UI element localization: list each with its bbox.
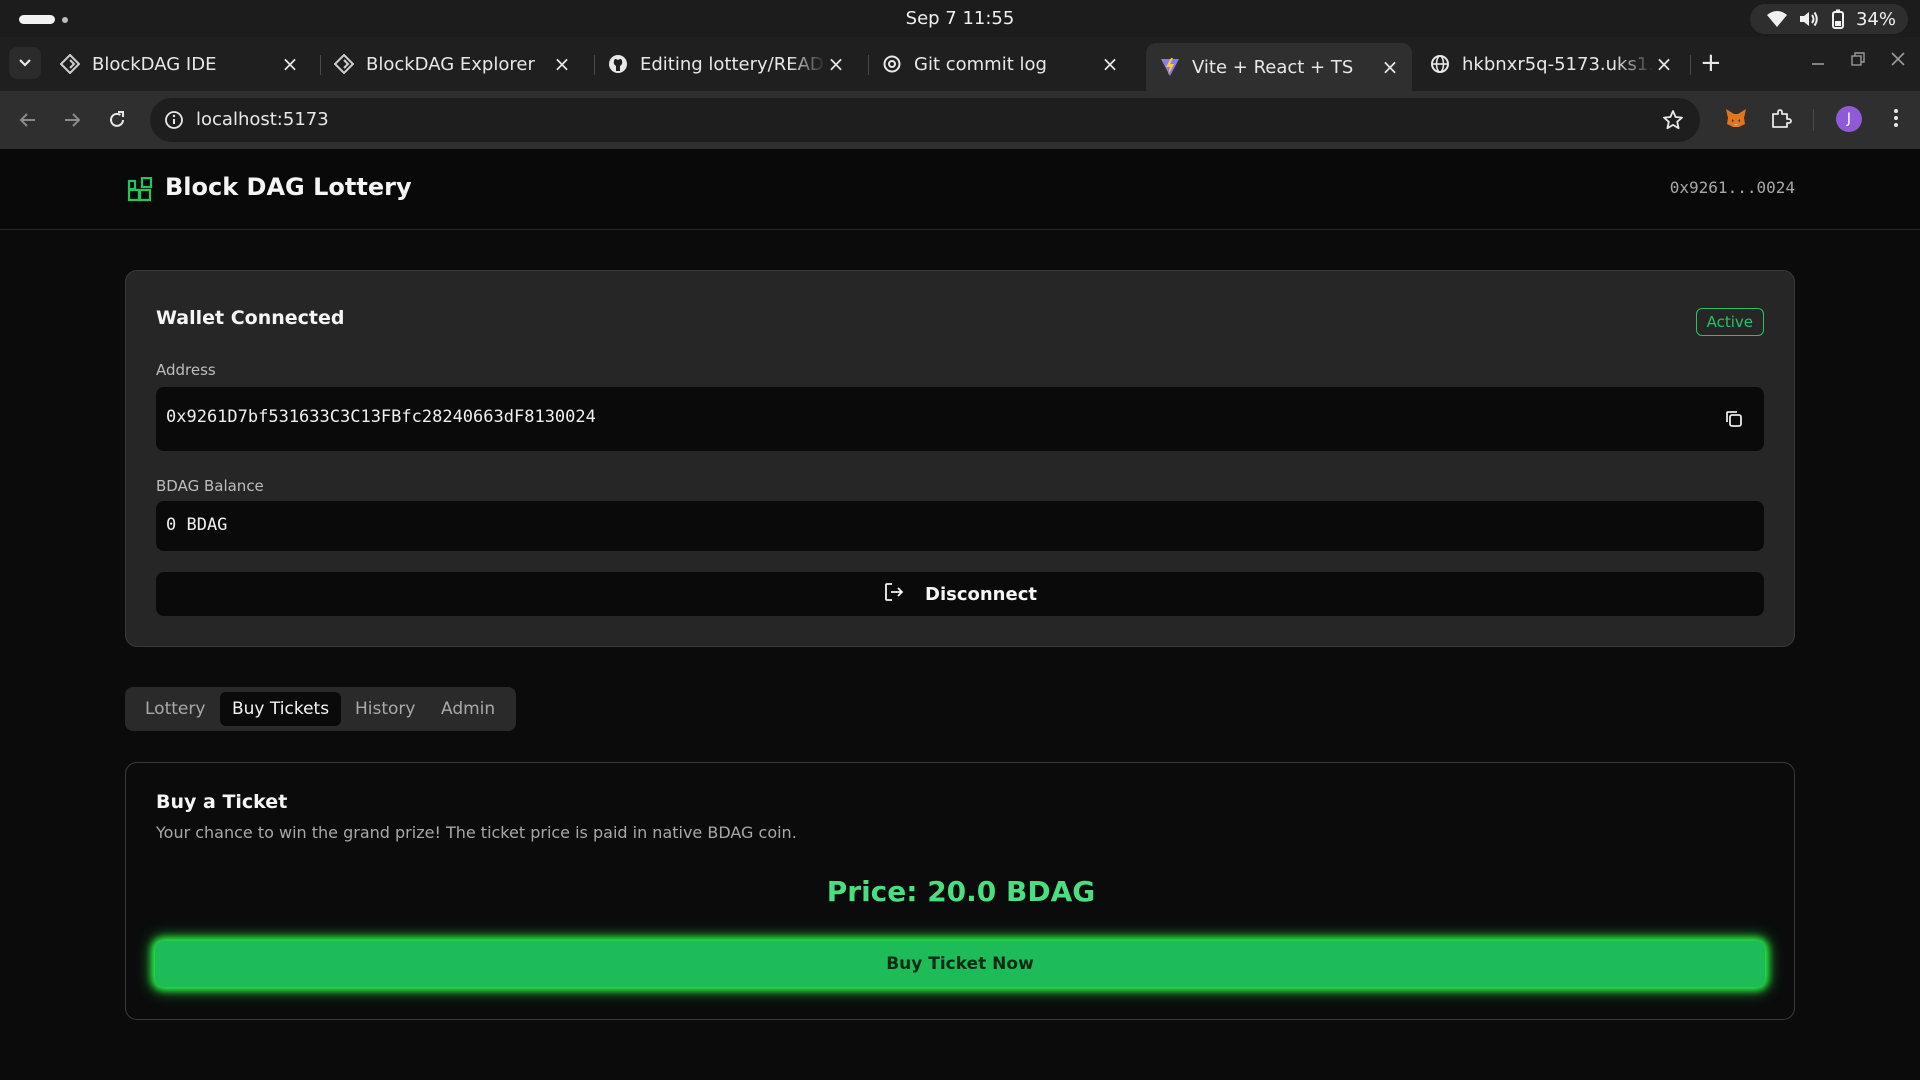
close-icon[interactable]: × [1100, 52, 1120, 76]
browser-tab-vite-react[interactable]: Vite + React + TS × [1146, 43, 1412, 91]
status-badge: Active [1695, 308, 1764, 336]
close-icon[interactable]: × [826, 52, 846, 76]
browser-tab-git-commit-log[interactable]: Git commit log × [868, 45, 1132, 83]
restore-icon[interactable] [1850, 51, 1866, 71]
wifi-icon [1766, 10, 1788, 28]
disconnect-label: Disconnect [925, 583, 1037, 605]
tab-title: Editing lottery/README [640, 53, 826, 75]
close-icon[interactable]: × [552, 52, 572, 76]
tab-buy-tickets[interactable]: Buy Tickets [220, 692, 342, 726]
os-status-menu[interactable]: 34% [1749, 4, 1908, 34]
wallet-address-value: 0x9261D7bf531633C3C13FBfc28240663dF81300… [166, 407, 596, 427]
vite-icon [1160, 57, 1180, 77]
browser-tab-strip: BlockDAG IDE × BlockDAG Explorer × Editi… [0, 37, 1920, 91]
new-tab-button[interactable]: + [1700, 49, 1722, 77]
os-top-bar: Sep 7 11:55 34% [0, 0, 1920, 37]
browser-tab-blockdag-ide[interactable]: BlockDAG IDE × [46, 45, 312, 83]
buy-card-description: Your chance to win the grand prize! The … [156, 823, 797, 842]
close-icon[interactable]: × [280, 52, 300, 76]
tab-title: hkbnxr5q-5173.uks1.devtunnels.ms [1462, 53, 1654, 75]
browser-tab-github-editing[interactable]: Editing lottery/README × [594, 45, 858, 83]
browser-toolbar: localhost:5173 [0, 91, 1920, 149]
url-text[interactable]: localhost:5173 [196, 109, 329, 130]
tab-separator [1690, 55, 1691, 75]
address-bar[interactable]: localhost:5173 [150, 98, 1700, 142]
blocks-logo-icon [127, 176, 153, 207]
tab-title: BlockDAG IDE [92, 53, 217, 75]
window-close-icon[interactable] [1890, 51, 1906, 71]
tab-lottery[interactable]: Lottery [133, 692, 217, 726]
close-icon[interactable]: × [1380, 55, 1400, 79]
os-clock[interactable]: Sep 7 11:55 [0, 8, 1920, 29]
buy-ticket-label: Buy Ticket Now [886, 954, 1034, 974]
reload-button[interactable] [103, 106, 131, 134]
globe-icon [1430, 54, 1450, 74]
openai-icon [882, 54, 902, 74]
extensions-puzzle-icon[interactable] [1769, 106, 1793, 134]
forward-button[interactable] [58, 106, 86, 134]
buy-ticket-card: Buy a Ticket Your chance to win the gran… [125, 762, 1795, 1020]
toolbar-separator [1813, 109, 1814, 131]
app-tabs: Lottery Buy Tickets History Admin [125, 687, 516, 731]
disconnect-button[interactable]: Disconnect [156, 572, 1764, 616]
tab-title: Git commit log [914, 53, 1047, 75]
address-label: Address [156, 361, 216, 379]
tab-admin[interactable]: Admin [429, 692, 507, 726]
tab-title: BlockDAG Explorer [366, 53, 535, 75]
balance-value: 0 BDAG [166, 515, 228, 535]
tab-search-button[interactable] [9, 47, 41, 79]
tab-history[interactable]: History [343, 692, 427, 726]
chevron-down-icon [19, 59, 31, 67]
arrow-right-icon [65, 113, 81, 127]
metamask-fox-icon[interactable] [1724, 106, 1748, 134]
minimize-icon[interactable] [1810, 51, 1826, 71]
buy-ticket-button[interactable]: Buy Ticket Now [155, 941, 1765, 987]
profile-avatar[interactable]: J [1836, 106, 1862, 132]
browser-tab-blockdag-explorer[interactable]: BlockDAG Explorer × [320, 45, 584, 83]
reload-icon [110, 111, 124, 127]
github-icon [608, 54, 628, 74]
close-icon[interactable]: × [1654, 52, 1674, 76]
blockdag-icon [60, 54, 80, 74]
volume-icon [1798, 10, 1820, 28]
header-wallet-address: 0x9261...0024 [1669, 178, 1795, 197]
balance-field: 0 BDAG [156, 501, 1764, 551]
app-title: Block DAG Lottery [165, 173, 412, 201]
battery-icon [1830, 9, 1846, 29]
site-info-icon[interactable] [164, 110, 184, 134]
copy-icon[interactable] [1724, 409, 1744, 433]
balance-label: BDAG Balance [156, 477, 264, 495]
bookmark-star-icon[interactable] [1662, 109, 1684, 135]
wallet-card: Wallet Connected Active Address 0x9261D7… [125, 270, 1795, 647]
app-header: Block DAG Lottery 0x9261...0024 [0, 149, 1920, 230]
battery-percent: 34% [1855, 8, 1896, 30]
back-button[interactable] [14, 106, 42, 134]
wallet-card-title: Wallet Connected [156, 307, 345, 329]
tab-title: Vite + React + TS [1192, 56, 1354, 78]
address-field: 0x9261D7bf531633C3C13FBfc28240663dF81300… [156, 387, 1764, 451]
browser-tab-devtunnel[interactable]: hkbnxr5q-5173.uks1.devtunnels.ms × [1416, 45, 1686, 83]
buy-card-title: Buy a Ticket [156, 791, 288, 813]
ticket-price: Price: 20.0 BDAG [826, 875, 1096, 908]
blockdag-icon [334, 54, 354, 74]
arrow-left-icon [19, 113, 35, 127]
logout-icon [883, 581, 905, 607]
kebab-menu-icon[interactable] [1884, 106, 1908, 134]
